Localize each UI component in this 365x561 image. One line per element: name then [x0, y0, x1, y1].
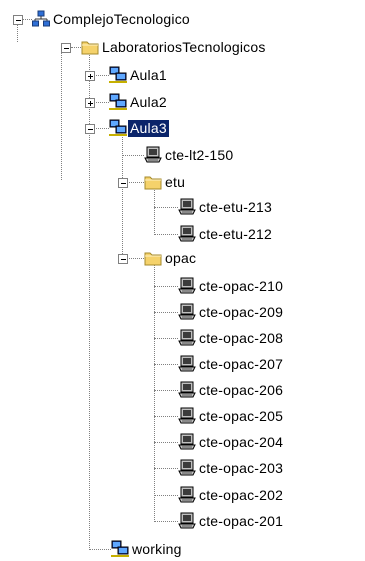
- collapse-toggle-laboratorios[interactable]: [61, 43, 71, 53]
- tree-node-cte-opac-201[interactable]: cte-opac-201: [178, 511, 285, 531]
- collapse-toggle-root[interactable]: [13, 15, 23, 25]
- tree-node-cte-opac-203[interactable]: cte-opac-203: [178, 458, 285, 478]
- tree-node-cte-etu-212[interactable]: cte-etu-212: [178, 224, 274, 244]
- tree-node-complejotecnologico[interactable]: ComplejoTecnologico: [32, 9, 192, 29]
- folder-icon: [144, 173, 162, 191]
- tree-node-cte-opac-210[interactable]: cte-opac-210: [178, 276, 285, 296]
- tree-node-working[interactable]: working: [111, 539, 184, 559]
- tree-node-label: Aula1: [130, 66, 167, 83]
- tree-node-cte-opac-204[interactable]: cte-opac-204: [178, 432, 285, 452]
- tree-node-label: opac: [165, 249, 197, 266]
- tree-node-aula2[interactable]: Aula2: [109, 92, 169, 112]
- tree-node-cte-opac-206[interactable]: cte-opac-206: [178, 380, 285, 400]
- computer-icon: [178, 486, 196, 504]
- tree-node-label: cte-etu-213: [199, 198, 273, 215]
- tree-node-label: cte-opac-210: [199, 277, 284, 294]
- tree-node-cte-etu-213[interactable]: cte-etu-213: [178, 197, 274, 217]
- computer-icon: [178, 355, 196, 373]
- tree-node-label: LaboratoriosTecnologicos: [102, 38, 266, 55]
- collapse-toggle-opac[interactable]: [118, 254, 128, 264]
- collapse-toggle-etu[interactable]: [118, 178, 128, 188]
- tree-node-cte-lt2-150[interactable]: cte-lt2-150: [144, 145, 235, 165]
- tree-view[interactable]: ComplejoTecnologico LaboratoriosTecnolog…: [0, 0, 365, 561]
- computer-icon: [178, 198, 196, 216]
- workgroup-icon: [109, 119, 127, 137]
- tree-node-cte-opac-205[interactable]: cte-opac-205: [178, 406, 285, 426]
- tree-node-label: cte-opac-209: [199, 303, 284, 320]
- tree-node-label: cte-lt2-150: [165, 146, 234, 163]
- computer-icon: [178, 329, 196, 347]
- tree-node-cte-opac-209[interactable]: cte-opac-209: [178, 302, 285, 322]
- computer-icon: [178, 459, 196, 477]
- tree-node-label: Aula2: [130, 93, 167, 110]
- tree-node-label: cte-opac-202: [199, 486, 284, 503]
- computer-icon: [178, 277, 196, 295]
- tree-node-label: cte-opac-204: [199, 433, 284, 450]
- tree-node-cte-opac-208[interactable]: cte-opac-208: [178, 328, 285, 348]
- workgroup-icon: [109, 93, 127, 111]
- computer-icon: [178, 303, 196, 321]
- tree-node-label: cte-opac-207: [199, 355, 284, 372]
- tree-node-opac[interactable]: opac: [144, 248, 198, 268]
- folder-icon: [81, 38, 99, 56]
- folder-icon: [144, 249, 162, 267]
- tree-node-label: working: [132, 540, 182, 557]
- collapse-toggle-aula3[interactable]: [85, 124, 95, 134]
- tree-node-label: ComplejoTecnologico: [53, 10, 190, 27]
- tree-node-label: cte-opac-205: [199, 407, 284, 424]
- tree-node-laboratorios[interactable]: LaboratoriosTecnologicos: [81, 37, 268, 57]
- tree-node-label: cte-opac-203: [199, 459, 284, 476]
- computer-icon: [178, 225, 196, 243]
- tree-node-label: Aula3: [127, 118, 170, 138]
- tree-node-label: etu: [165, 173, 186, 190]
- tree-node-etu[interactable]: etu: [144, 172, 187, 192]
- expand-toggle-aula1[interactable]: [85, 71, 95, 81]
- computer-icon: [178, 381, 196, 399]
- tree-node-cte-opac-202[interactable]: cte-opac-202: [178, 485, 285, 505]
- tree-node-cte-opac-207[interactable]: cte-opac-207: [178, 354, 285, 374]
- computer-icon: [144, 146, 162, 164]
- network-icon: [32, 10, 50, 28]
- tree-node-label: cte-etu-212: [199, 225, 273, 242]
- computer-icon: [178, 407, 196, 425]
- tree-node-aula3[interactable]: Aula3: [109, 118, 170, 138]
- computer-icon: [178, 512, 196, 530]
- workgroup-icon: [109, 66, 127, 84]
- expand-toggle-aula2[interactable]: [85, 98, 95, 108]
- tree-node-aula1[interactable]: Aula1: [109, 65, 169, 85]
- computer-icon: [178, 433, 196, 451]
- tree-node-label: cte-opac-206: [199, 381, 284, 398]
- tree-node-label: cte-opac-201: [199, 512, 284, 529]
- tree-node-label: cte-opac-208: [199, 329, 284, 346]
- workgroup-icon: [111, 540, 129, 558]
